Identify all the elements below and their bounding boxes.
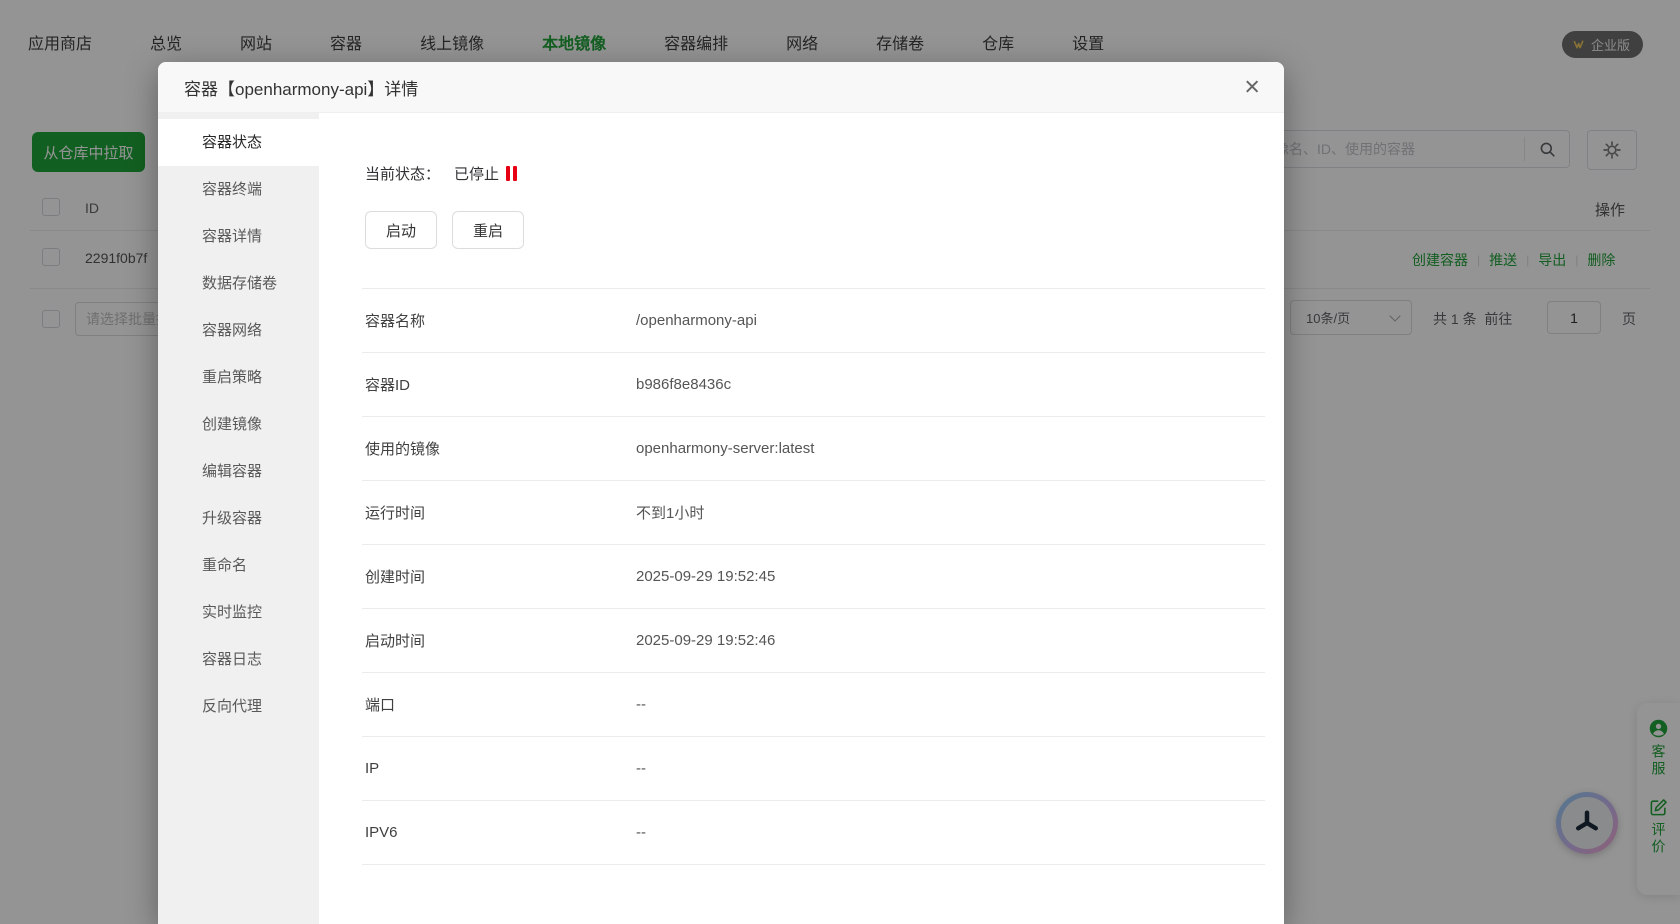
detail-label: 运行时间 bbox=[365, 505, 426, 522]
detail-value: 2025-09-29 19:52:46 bbox=[636, 632, 776, 649]
status-value: 已停止 bbox=[454, 166, 500, 183]
status-label: 当前状态： bbox=[365, 166, 441, 183]
detail-row: 启动时间 2025-09-29 19:52:46 bbox=[362, 609, 1265, 673]
detail-label: 容器ID bbox=[365, 377, 411, 394]
sidebar-item[interactable]: 重命名 bbox=[158, 542, 319, 589]
container-control-button[interactable]: 启动 bbox=[365, 211, 438, 249]
container-detail-modal: 容器【openharmony-api】详情 × 容器状态 容器终端 容器详情 数据存储… bbox=[158, 62, 1284, 924]
detail-value: 2025-09-29 19:52:45 bbox=[636, 568, 776, 585]
sidebar-item[interactable]: 容器状态 bbox=[158, 119, 319, 166]
detail-row: IP -- bbox=[362, 737, 1265, 801]
detail-label: 使用的镜像 bbox=[365, 441, 441, 458]
detail-label: IP bbox=[365, 760, 380, 777]
modal-header: 容器【openharmony-api】详情 × bbox=[158, 62, 1284, 113]
stopped-pause-icon bbox=[506, 166, 518, 181]
detail-value: /openharmony-api bbox=[636, 312, 757, 329]
detail-label: 创建时间 bbox=[365, 569, 426, 586]
detail-value: 不到1小时 bbox=[636, 505, 705, 522]
sidebar-item[interactable]: 重启策略 bbox=[158, 354, 319, 401]
container-control-button[interactable]: 重启 bbox=[452, 211, 525, 249]
detail-label: IPV6 bbox=[365, 824, 398, 841]
detail-row: 使用的镜像 openharmony-server:latest bbox=[362, 417, 1265, 481]
detail-label: 启动时间 bbox=[365, 633, 426, 650]
sidebar-item[interactable]: 容器详情 bbox=[158, 213, 319, 260]
detail-row: 端口 -- bbox=[362, 673, 1265, 737]
sidebar-item[interactable]: 升级容器 bbox=[158, 495, 319, 542]
detail-row: 容器名称/openharmony-api bbox=[362, 289, 1265, 353]
detail-label: 端口 bbox=[365, 697, 396, 714]
sidebar-item[interactable]: 实时监控 bbox=[158, 589, 319, 636]
modal-content: 当前状态： 已停止 启动 重启 容器名称/openharmony-api 容器ID b… bbox=[319, 113, 1284, 924]
detail-label: 容器名称 bbox=[365, 313, 426, 330]
detail-value: -- bbox=[636, 760, 646, 777]
detail-value: -- bbox=[636, 696, 646, 713]
detail-value: -- bbox=[636, 824, 646, 841]
modal-body: 容器状态 容器终端 容器详情 数据存储卷 容器网络 重启策略 创建镜像 编辑容器 升级容器 重命名… bbox=[158, 113, 1284, 924]
page: 应用商店 总览 网站 容器 线上镜像 本地镜像 容器编排 网络 存储卷 仓库 设置 企业版 从仓库中… bbox=[0, 0, 1680, 924]
detail-row: 创建时间 2025-09-29 19:52:45 bbox=[362, 545, 1265, 609]
detail-list: 容器名称/openharmony-api 容器ID b986f8e8436c 使用的镜… bbox=[362, 288, 1265, 865]
close-icon[interactable]: × bbox=[1244, 73, 1260, 101]
sidebar-item[interactable]: 反向代理 bbox=[158, 683, 319, 730]
detail-row: 运行时间 不到1小时 bbox=[362, 481, 1265, 545]
modal-sidebar: 容器状态 容器终端 容器详情 数据存储卷 容器网络 重启策略 创建镜像 编辑容器 升级容器 重命名… bbox=[158, 113, 319, 924]
sidebar-item[interactable]: 容器终端 bbox=[158, 166, 319, 213]
sidebar-item[interactable]: 容器日志 bbox=[158, 636, 319, 683]
detail-value: b986f8e8436c bbox=[636, 376, 732, 393]
control-buttons: 启动 重启 bbox=[365, 211, 1284, 249]
sidebar-item[interactable]: 容器网络 bbox=[158, 307, 319, 354]
status-row: 当前状态： 已停止 bbox=[365, 163, 1284, 184]
modal-title: 容器【openharmony-api】详情 bbox=[184, 79, 419, 99]
sidebar-item[interactable]: 创建镜像 bbox=[158, 401, 319, 448]
sidebar-item[interactable]: 数据存储卷 bbox=[158, 260, 319, 307]
detail-row: 容器ID b986f8e8436c bbox=[362, 353, 1265, 417]
detail-value: openharmony-server:latest bbox=[636, 440, 815, 457]
sidebar-item[interactable]: 编辑容器 bbox=[158, 448, 319, 495]
detail-row: IPV6 -- bbox=[362, 801, 1265, 865]
